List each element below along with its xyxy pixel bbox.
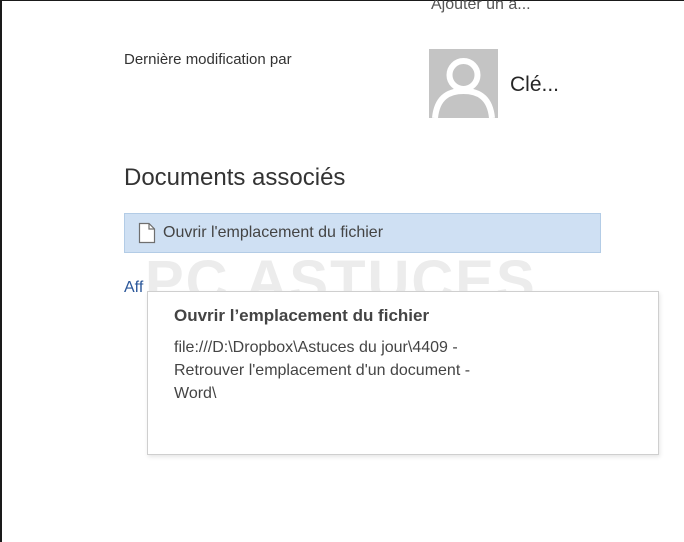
tooltip-path-line: Retrouver l'emplacement d'un document -	[174, 362, 471, 379]
open-file-location-button[interactable]: Ouvrir l'emplacement du fichier	[124, 213, 601, 253]
last-modified-by-label: Dernière modification par	[124, 51, 292, 68]
tooltip-path-line: Word\	[174, 385, 217, 402]
tooltip-path-line: file:///D:\Dropbox\Astuces du jour\4409 …	[174, 339, 458, 356]
avatar[interactable]	[429, 49, 498, 118]
add-author-link[interactable]: Ajouter un a...	[431, 0, 531, 14]
related-documents-heading: Documents associés	[124, 164, 346, 191]
tooltip-file-path: file:///D:\Dropbox\Astuces du jour\4409 …	[174, 336, 638, 405]
author-name[interactable]: Clé...	[510, 73, 559, 97]
tooltip-title: Ouvrir l’emplacement du fichier	[174, 306, 430, 325]
document-icon	[138, 222, 156, 244]
person-silhouette-icon	[429, 49, 498, 118]
open-file-location-label: Ouvrir l'emplacement du fichier	[163, 224, 384, 241]
file-location-tooltip: Ouvrir l’emplacement du fichier file:///…	[147, 291, 659, 455]
